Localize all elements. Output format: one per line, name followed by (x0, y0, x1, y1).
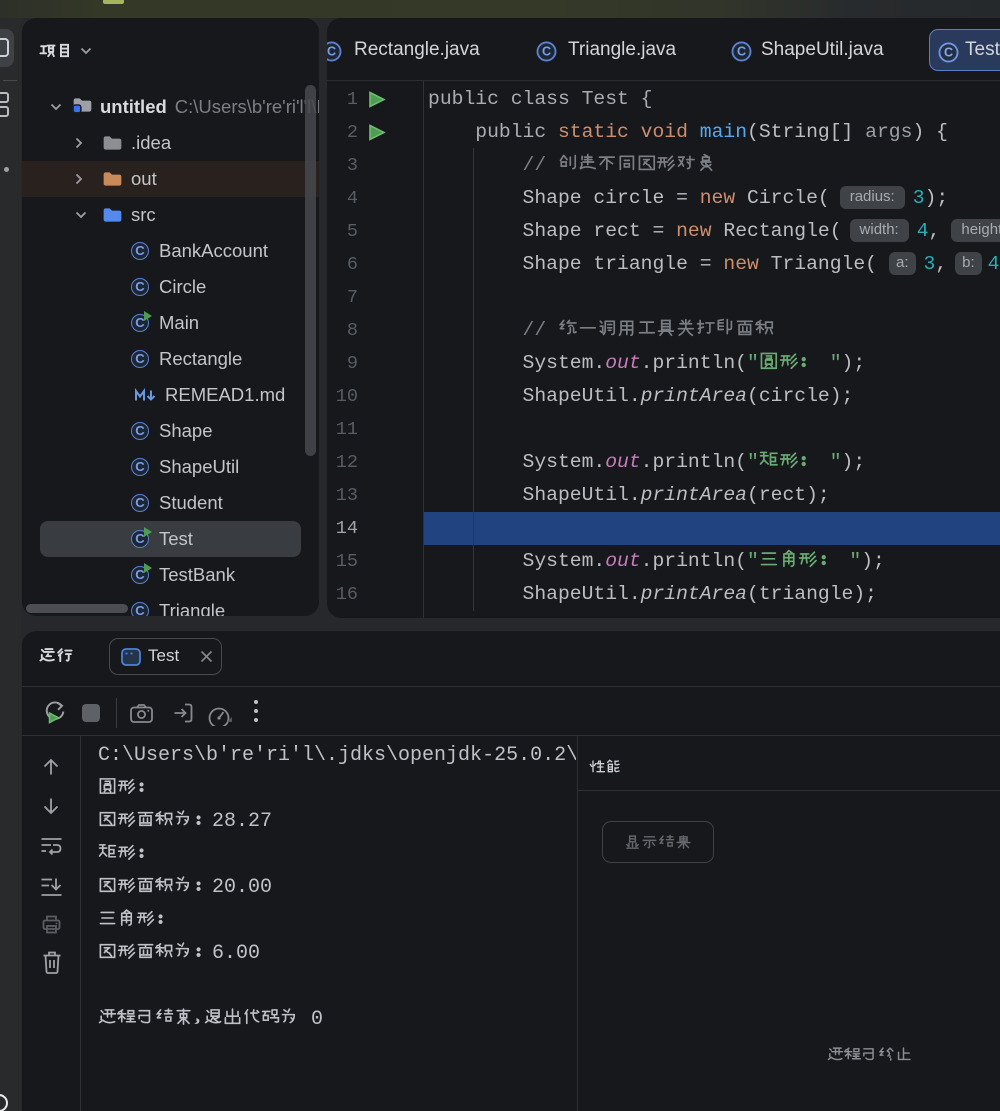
svg-text:C: C (327, 45, 336, 59)
svg-text:C: C (944, 46, 953, 60)
svg-text:C: C (737, 45, 746, 59)
svg-text:C: C (542, 45, 551, 59)
